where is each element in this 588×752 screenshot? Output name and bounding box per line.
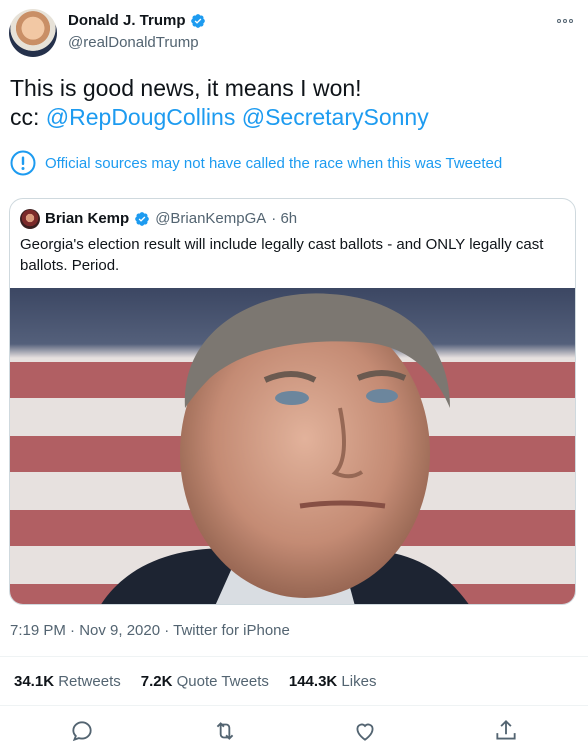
author-avatar[interactable] [9,9,57,57]
likes-stat[interactable]: 144.3K Likes [289,672,377,692]
tweet-timestamp[interactable]: 7:19 PM · Nov 9, 2020 · Twitter for iPho… [10,621,290,641]
info-icon [10,150,36,176]
mention-secretarysonny[interactable]: @SecretarySonny [242,104,429,130]
quote-tweets-stat[interactable]: 7.2K Quote Tweets [141,672,269,692]
quoted-author-name: Brian Kemp [45,210,130,227]
author-name[interactable]: Donald J. Trump [68,11,186,31]
tweet-text: This is good news, it means I won! cc: @… [10,74,570,132]
divider [0,656,588,657]
retweets-stat[interactable]: 34.1K Retweets [14,672,121,692]
like-icon[interactable] [352,718,378,744]
quoted-tweet-header: Brian Kemp @BrianKempGA · 6h [20,209,297,229]
verified-badge-icon [135,212,150,226]
quoted-author-avatar [20,209,40,229]
reply-icon[interactable] [69,718,95,744]
quoted-tweet-text: Georgia's election result will include l… [20,236,544,274]
more-icon[interactable] [554,10,576,32]
portrait-figure [101,293,469,604]
tweet-actions [0,712,588,752]
author-handle[interactable]: @realDonaldTrump [68,33,199,53]
mention-repdougcollins[interactable]: @RepDougCollins [46,104,236,130]
quoted-author-handle: @BrianKempGA [155,210,267,227]
cc-prefix: cc: [10,104,46,130]
quoted-tweet[interactable]: Brian Kemp @BrianKempGA · 6h Georgia's e… [9,198,576,605]
divider [0,705,588,706]
tweet-stats: 34.1K Retweets 7.2K Quote Tweets 144.3K … [14,672,376,692]
verified-badge-icon [190,14,205,28]
quoted-tweet-photo[interactable] [10,288,575,604]
tweet-line-2: cc: @RepDougCollins @SecretarySonny [10,103,570,132]
notice-text[interactable]: Official sources may not have called the… [45,155,502,172]
author-name-row[interactable]: Donald J. Trump [68,11,206,31]
tweet-line-1: This is good news, it means I won! [10,75,362,101]
election-notice[interactable]: Official sources may not have called the… [10,150,502,176]
retweet-icon[interactable] [212,718,238,744]
quoted-tweet-time: · 6h [271,210,298,227]
share-icon[interactable] [493,718,519,744]
